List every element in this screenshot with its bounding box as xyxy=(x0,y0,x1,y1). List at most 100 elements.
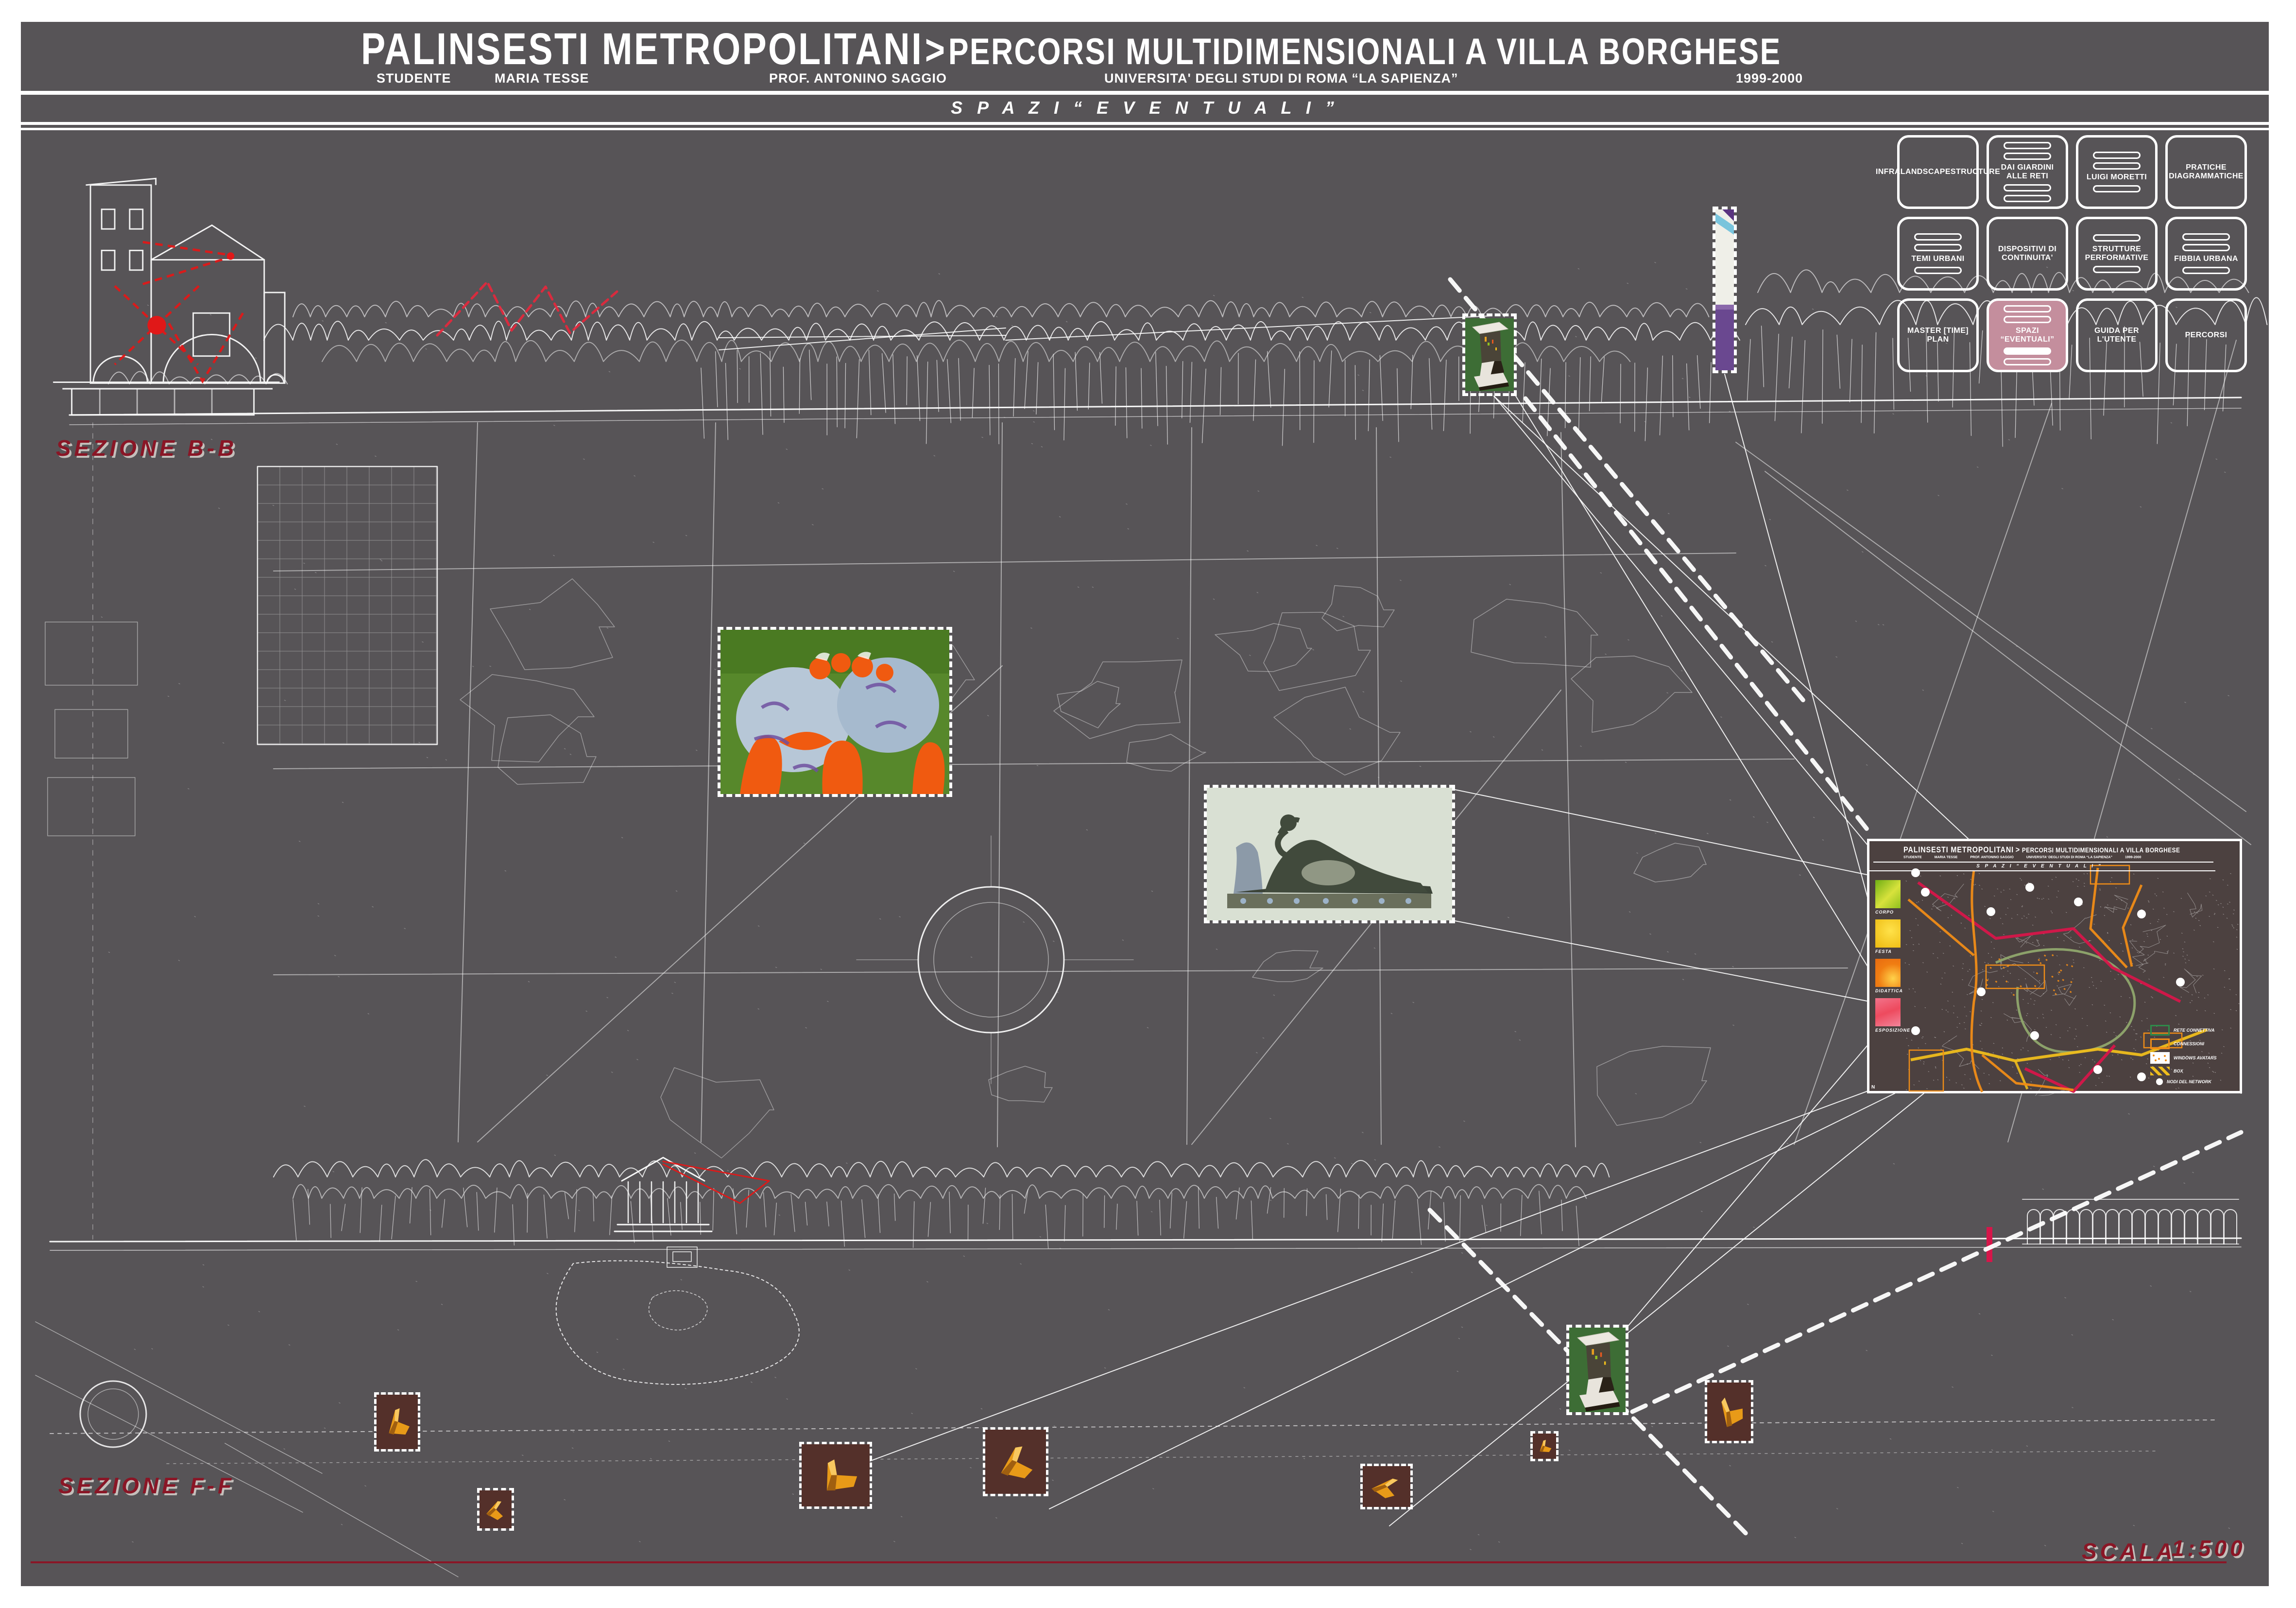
card-label: LUIGI MORETTI xyxy=(2087,173,2147,182)
card-label: FIBBIA URBANA xyxy=(2174,255,2238,263)
header-rule xyxy=(21,91,2269,95)
festival-crowd-photo xyxy=(718,627,952,797)
credits-year: 1999-2000 xyxy=(1736,71,1803,86)
credits-studente-name: MARIA TESSE xyxy=(495,71,589,86)
card-label: PERCORSI xyxy=(2185,331,2227,340)
legend-item-esposizione: ESPOSIZIONE xyxy=(1875,998,1906,1033)
title-arrow-icon: > xyxy=(925,27,946,73)
card-pill xyxy=(2004,195,2051,202)
legend-connessioni: CONNESSIONI xyxy=(2150,1038,2237,1049)
card-label: MASTER [TIME] PLAN xyxy=(1903,327,1972,345)
banner-band: S P A Z I “ E V E N T U A L I ” xyxy=(21,95,2269,122)
card-pill xyxy=(2182,244,2230,251)
corpo-swatch xyxy=(1875,880,1901,908)
card-pill xyxy=(1914,244,1962,251)
title-sub: PERCORSI MULTIDIMENSIONALI A VILLA BORGH… xyxy=(948,31,1782,72)
scale-underline xyxy=(31,1561,2227,1563)
card-pill xyxy=(2093,185,2141,192)
green-outline-swatch xyxy=(2150,1025,2170,1036)
index-card-spazi-eventuali-: SPAZI “EVENTUALI” xyxy=(1987,298,2068,372)
golden-avatar-tile xyxy=(477,1488,514,1531)
inset-rule xyxy=(1873,862,2213,863)
golden-avatar-tile xyxy=(799,1442,872,1509)
inset-legend-themes: CORPO FESTA DIDATTICA ESPOSIZIONE xyxy=(1875,880,1906,1037)
title-main: PALINSESTI METROPOLITANI xyxy=(361,24,923,74)
credits-professor: PROF. ANTONINO SAGGIO xyxy=(769,71,947,86)
esposizione-swatch xyxy=(1875,998,1901,1026)
gradient-totem-photo xyxy=(1713,207,1737,373)
card-pill xyxy=(2182,233,2230,241)
card-label: STRUTTURE PERFORMATIVE xyxy=(2082,245,2151,263)
banner-title: S P A Z I “ E V E N T U A L I ” xyxy=(21,98,2269,118)
section-bb-label: SEZIONE B-B xyxy=(56,435,237,461)
index-card-dispositivi-di-continuita-: DISPOSITIVI DI CONTINUITA' xyxy=(1987,217,2068,291)
index-card-percorsi: PERCORSI xyxy=(2165,298,2247,372)
dotted-tile-swatch xyxy=(2150,1052,2170,1064)
white-node-swatch xyxy=(2156,1078,2163,1085)
didattica-swatch xyxy=(1875,959,1901,987)
legend-rete-connettiva: RETE CONNETTIVA xyxy=(2150,1025,2237,1036)
yellow-dash-swatch xyxy=(2150,1067,2170,1075)
section-ff-label: SEZIONE F-F xyxy=(58,1472,235,1499)
credits-row: STUDENTE MARIA TESSE PROF. ANTONINO SAGG… xyxy=(21,71,2269,90)
reclining-statue-photo xyxy=(1204,785,1455,923)
card-label: DISPOSITIVI DI CONTINUITA' xyxy=(1993,245,2062,263)
golden-avatar-tile xyxy=(1530,1431,1559,1461)
card-label: TEMI URBANI xyxy=(1911,255,1964,263)
golden-avatar-tile xyxy=(1360,1464,1413,1509)
legend-windows-avatars: WINDOWS AVATARS xyxy=(2150,1052,2237,1064)
card-pill xyxy=(1914,233,1962,241)
card-pill xyxy=(2004,142,2051,149)
poster: PALINSESTI METROPOLITANI > PERCORSI MULT… xyxy=(21,22,2269,1586)
card-pill xyxy=(2182,267,2230,274)
inset-map-title: PALINSESTI METROPOLITANI > PERCORSI MULT… xyxy=(1903,845,2180,855)
card-pill xyxy=(2004,184,2051,191)
inset-rule2 xyxy=(1869,870,2215,871)
festa-swatch xyxy=(1875,919,1901,948)
card-pill xyxy=(2004,347,2051,355)
scale-label: SCALA xyxy=(2082,1538,2176,1564)
legend-item-corpo: CORPO xyxy=(1875,880,1906,915)
info-kiosk-photo-top xyxy=(1462,313,1517,396)
index-card-guida-per-l-utente: GUIDA PER L'UTENTE xyxy=(2076,298,2158,372)
card-pill xyxy=(1914,267,1962,274)
index-card-strutture-performative: STRUTTURE PERFORMATIVE xyxy=(2076,217,2158,291)
card-pill xyxy=(2093,152,2141,159)
index-card-temi-urbani: TEMI URBANI xyxy=(1897,217,1979,291)
card-pill xyxy=(2093,162,2141,170)
credits-university: UNIVERSITA' DEGLI STUDI DI ROMA “LA SAPI… xyxy=(1104,71,1458,86)
card-pill xyxy=(2004,153,2051,160)
card-pill xyxy=(2093,266,2141,273)
index-card-luigi-moretti: LUIGI MORETTI xyxy=(2076,135,2158,209)
info-kiosk-photo-bottom xyxy=(1566,1325,1628,1415)
legend-item-festa: FESTA xyxy=(1875,919,1906,954)
index-card-master-time-plan: MASTER [TIME] PLAN xyxy=(1897,298,1979,372)
card-label: GUIDA PER L'UTENTE xyxy=(2082,327,2151,345)
title-band: PALINSESTI METROPOLITANI > PERCORSI MULT… xyxy=(21,22,2269,91)
index-card-infralandscapestructure: INFRALANDSCAPESTRUCTURE xyxy=(1897,135,1979,209)
index-card-fibbia-urbana: FIBBIA URBANA xyxy=(2165,217,2247,291)
credits-studente-label: STUDENTE xyxy=(377,71,451,86)
scale-value: 1:500 xyxy=(2172,1535,2246,1561)
card-pill xyxy=(2004,316,2051,323)
golden-avatar-tile xyxy=(983,1427,1048,1496)
inset-banner: S P A Z I “ E V E N T U A L I ” xyxy=(1903,864,2176,869)
golden-avatar-tile xyxy=(1705,1380,1753,1443)
orange-outline-swatch xyxy=(2150,1038,2170,1049)
banner-rule-top xyxy=(21,122,2269,125)
north-label: N xyxy=(1871,1085,1875,1090)
index-card-pratiche-diagrammatiche: PRATICHE DIAGRAMMATICHE xyxy=(2165,135,2247,209)
inset-legend-network: RETE CONNETTIVA CONNESSIONI WINDOWS AVAT… xyxy=(2150,1025,2237,1088)
network-inset-map: PALINSESTI METROPOLITANI > PERCORSI MULT… xyxy=(1867,839,2242,1093)
golden-avatar-tile xyxy=(374,1392,420,1452)
card-label: INFRALANDSCAPESTRUCTURE xyxy=(1876,168,2000,176)
page-title: PALINSESTI METROPOLITANI > PERCORSI MULT… xyxy=(361,24,1782,75)
legend-box: BOX xyxy=(2150,1067,2237,1075)
card-label: DAI GIARDINI ALLE RETI xyxy=(1993,163,2062,181)
section-bb-drawing xyxy=(44,163,287,445)
card-label: SPAZI “EVENTUALI” xyxy=(1993,327,2062,345)
presentation-board-page: PALINSESTI METROPOLITANI > PERCORSI MULT… xyxy=(0,0,2296,1608)
inset-map-credits: STUDENTE MARIA TESSE PROF. ANTONINO SAGG… xyxy=(1903,856,2195,859)
card-label: PRATICHE DIAGRAMMATICHE xyxy=(2169,163,2244,181)
banner-rule-bottom xyxy=(21,128,2269,130)
